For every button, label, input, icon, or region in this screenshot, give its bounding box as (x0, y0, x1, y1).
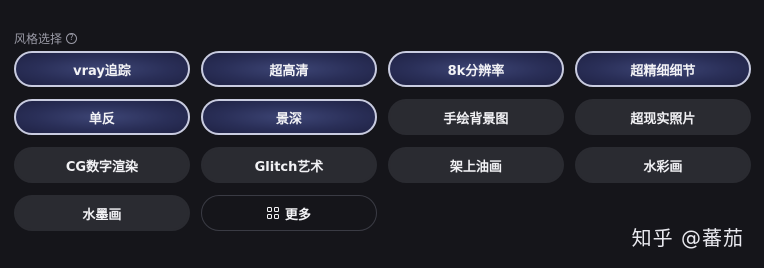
style-chip[interactable]: vray追踪 (14, 51, 190, 87)
style-chip[interactable]: 单反 (14, 99, 190, 135)
style-chip[interactable]: 水墨画 (14, 195, 190, 231)
style-options-grid: vray追踪 超高清 8k分辨率 超精细细节 单反 景深 手绘背景图 超现实照片… (14, 51, 751, 231)
style-chip[interactable]: 手绘背景图 (388, 99, 564, 135)
style-chip[interactable]: 超精细细节 (575, 51, 751, 87)
more-styles-label: 更多 (284, 207, 311, 223)
style-chip[interactable]: 水彩画 (575, 147, 751, 183)
watermark: 知乎 @蕃茄 (631, 226, 744, 250)
style-chip[interactable]: Glitch艺术 (201, 147, 377, 183)
style-chip[interactable]: 超现实照片 (575, 99, 751, 135)
more-styles-button[interactable]: 更多 (201, 195, 377, 231)
style-chip[interactable]: 超高清 (201, 51, 377, 87)
style-chip[interactable]: CG数字渲染 (14, 147, 190, 183)
grid-icon (266, 207, 279, 219)
style-chip[interactable]: 景深 (201, 99, 377, 135)
style-chip[interactable]: 8k分辨率 (388, 51, 564, 87)
style-chip[interactable]: 架上油画 (388, 147, 564, 183)
help-icon[interactable]: ? (66, 32, 78, 44)
style-selection-label: 风格选择 (14, 31, 63, 46)
style-selection-header: 风格选择 ? (14, 29, 78, 47)
